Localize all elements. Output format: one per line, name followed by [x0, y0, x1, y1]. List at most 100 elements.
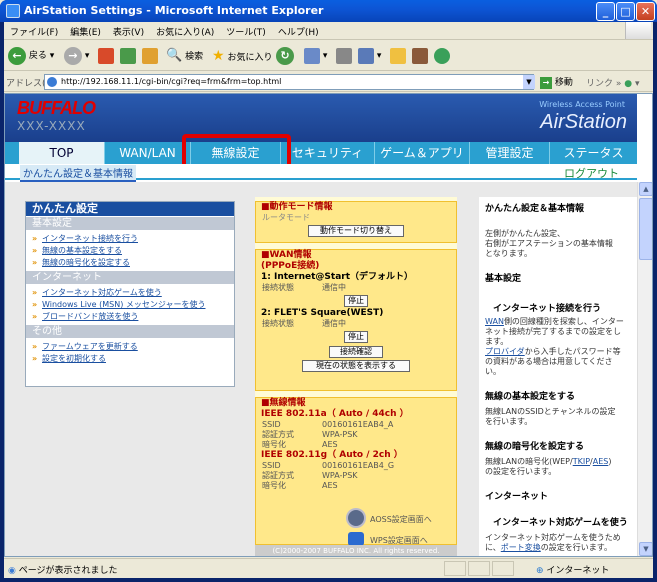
help-p3b: の設定を行います。	[485, 467, 557, 476]
scroll-down-button[interactable]: ▼	[639, 542, 652, 556]
help-p1b: ネット接続が完了するまでの設定をし	[485, 327, 621, 336]
link-wireless-basic[interactable]: 無線の基本設定をする	[26, 245, 234, 257]
tab-wan-lan[interactable]: WAN/LAN	[105, 142, 191, 164]
address-url: http://192.168.11.1/cgi-bin/cgi?req=frm&…	[61, 77, 282, 86]
help-basic-heading: 基本設定	[485, 274, 522, 284]
wireless-a-auth-row: 認証方式 WPA-PSK	[256, 430, 456, 440]
scroll-up-button[interactable]: ▲	[639, 182, 652, 196]
forward-arrow-icon: →	[64, 46, 82, 65]
wireless-panel: ■無線情報 IEEE 802.11a（ Auto / 44ch ） SSID 00…	[255, 397, 457, 546]
help-h3: 無線の暗号化を設定する	[485, 442, 585, 452]
print-button[interactable]	[336, 46, 352, 66]
home-icon	[142, 47, 158, 64]
home-button[interactable]	[142, 46, 158, 66]
links-label: リンク	[586, 79, 614, 89]
link-wireless-encryption[interactable]: 無線の暗号化を設定する	[26, 257, 234, 269]
favorites-button[interactable]: ★ お気に入り	[212, 46, 272, 66]
help-internet-heading: インターネット	[485, 492, 549, 502]
back-button[interactable]: ← 戻る ▾	[8, 46, 54, 66]
conn2-stop-button[interactable]: 停止	[344, 331, 368, 343]
browser-window: AirStation Settings - Microsoft Internet…	[0, 0, 657, 582]
tab-security[interactable]: セキュリティ	[281, 142, 375, 164]
connection-check-button[interactable]: 接続確認	[329, 346, 383, 358]
conn1-stop-button[interactable]: 停止	[344, 295, 368, 307]
router-banner: BUFFALO XXX-XXXX Wireless Access Point A…	[5, 94, 637, 142]
status-message: ◉ ページが表示されました	[8, 563, 118, 576]
wireless-g-enc-row: 暗号化 AES	[256, 481, 456, 491]
breadcrumb[interactable]: かんたん設定＆基本情報	[20, 165, 136, 182]
address-dropdown-button[interactable]: ▼	[523, 75, 535, 89]
stop-button[interactable]	[98, 46, 114, 66]
links-button[interactable]: リンク » ● ▾	[586, 76, 640, 89]
wireless-g-ssid-row: SSID 00160161EAB4_G	[256, 461, 456, 471]
close-button[interactable]: ✕	[636, 2, 655, 21]
tab-top[interactable]: TOP	[19, 142, 105, 164]
show-status-button[interactable]: 現在の状態を表示する	[302, 360, 410, 372]
folder-button[interactable]	[390, 46, 406, 66]
main-nav: TOP WAN/LAN 無線設定 セキュリティ ゲーム＆アプリ 管理設定 ステー…	[5, 142, 637, 164]
wireless-a-enc-row: 暗号化 AES	[256, 440, 456, 450]
link-online-games[interactable]: インターネット対応ゲームを使う	[26, 287, 234, 299]
search-button[interactable]: 🔍 検索	[166, 46, 203, 66]
help-p1e: の資料がある場合は用意してくださ	[485, 357, 613, 366]
aes-link[interactable]: AES	[593, 457, 609, 466]
help-p2-2: を行います。	[485, 417, 533, 426]
forward-button[interactable]: → ▾	[64, 46, 89, 66]
link-factory-reset[interactable]: 設定を初期化する	[26, 353, 234, 365]
go-label: 移動	[554, 78, 573, 88]
sub-nav: かんたん設定＆基本情報 ログアウト	[5, 164, 637, 182]
logout-link[interactable]: ログアウト	[564, 165, 619, 181]
wan-subtitle: (PPPoE接続)	[261, 261, 320, 271]
tab-admin[interactable]: 管理設定	[470, 142, 550, 164]
conn1-name: 1: Internet@Start（デフォルト）	[261, 272, 414, 282]
mode-switch-button[interactable]: 動作モード切り替え	[308, 225, 404, 237]
history-button[interactable]: ↻	[276, 46, 294, 66]
messenger-button[interactable]	[434, 46, 450, 66]
help-p4b: に、ポート変換の設定を行います。	[479, 543, 637, 553]
research-button[interactable]	[412, 46, 428, 66]
help-scrollbar[interactable]: ▲ ▼	[637, 182, 652, 556]
link-firmware-update[interactable]: ファームウェアを更新する	[26, 341, 234, 353]
wireless-title: ■無線情報	[261, 398, 306, 408]
menu-file[interactable]: ファイル(F)	[4, 22, 64, 41]
tab-status[interactable]: ステータス	[550, 142, 637, 164]
tab-game-app[interactable]: ゲーム＆アプリ	[375, 142, 470, 164]
wps-icon[interactable]	[348, 532, 364, 546]
menu-tools[interactable]: ツール(T)	[220, 22, 272, 41]
menu-favorites[interactable]: お気に入り(A)	[150, 22, 220, 41]
aoss-link[interactable]: AOSS設定画面へ	[370, 514, 432, 525]
edit-button[interactable]: ▾	[358, 46, 381, 66]
refresh-button[interactable]	[120, 46, 136, 66]
mail-button[interactable]: ▾	[304, 46, 327, 66]
tkip-link[interactable]: TKIP	[573, 457, 590, 466]
browser-client: ファイル(F) 編集(E) 表示(V) お気に入り(A) ツール(T) ヘルプ(…	[4, 22, 653, 578]
help-h4: インターネット対応ゲームを使う	[493, 518, 628, 528]
mode-value: ルータモード	[262, 213, 310, 222]
ssid-label: SSID	[262, 461, 281, 470]
help-column: かんたん設定＆基本情報 左側がかんたん設定、 右側がエアステーションの基本情報 …	[479, 197, 637, 556]
help-h1: インターネット接続を行う	[493, 304, 602, 314]
menu-help[interactable]: ヘルプ(H)	[272, 22, 325, 41]
link-internet-connect[interactable]: インターネット接続を行う	[26, 233, 234, 245]
go-button[interactable]: → 移動	[540, 75, 573, 89]
menu-view[interactable]: 表示(V)	[107, 22, 150, 41]
aoss-icon[interactable]	[346, 508, 366, 528]
port-forward-link[interactable]: ポート変換	[501, 543, 541, 552]
wan-link[interactable]: WAN	[485, 317, 504, 326]
link-messenger[interactable]: Windows Live (MSN) メッセンジャーを使う	[26, 299, 234, 311]
wap-caption: Wireless Access Point	[539, 100, 625, 109]
globe-icon: ⊕	[536, 566, 544, 576]
folder-icon	[390, 47, 406, 64]
help-p3a-text: 無線LANの暗号化(WEP/	[485, 457, 573, 466]
minimize-button[interactable]: _	[596, 2, 615, 21]
conn2-status-value: 通信中	[322, 319, 346, 328]
link-broadband-tv[interactable]: ブロードバンド放送を使う	[26, 311, 234, 323]
scroll-thumb[interactable]	[639, 198, 652, 260]
maximize-button[interactable]: □	[616, 2, 635, 21]
address-input[interactable]: http://192.168.11.1/cgi-bin/cgi?req=frm&…	[44, 74, 534, 90]
messenger-small-icon: ●	[624, 79, 633, 89]
help-p2-1: 無線LANのSSIDとチャンネルの設定	[485, 407, 616, 416]
conn1-status-value: 通信中	[322, 283, 346, 292]
menu-edit[interactable]: 編集(E)	[64, 22, 107, 41]
provider-link[interactable]: プロバイダ	[485, 347, 525, 356]
